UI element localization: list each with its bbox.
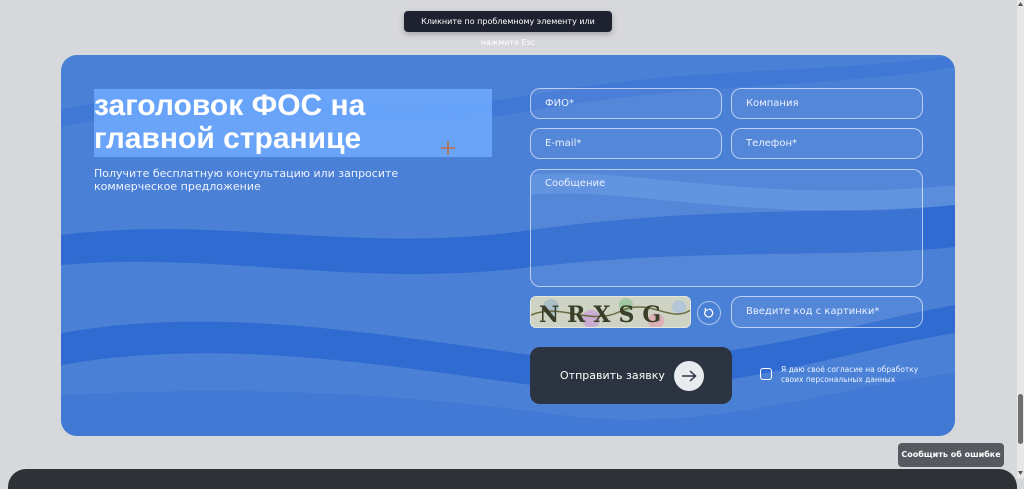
consent-checkbox[interactable] xyxy=(760,368,772,380)
scrollbar-thumb[interactable] xyxy=(1018,394,1023,444)
submit-label: Отправить заявку xyxy=(560,369,665,382)
form-title-line-1: заголовок ФОС на xyxy=(94,89,366,122)
captcha-text: NRXSG xyxy=(539,302,669,328)
tooltip: Кликните по проблемному элементу или наж… xyxy=(404,11,612,47)
captcha-input[interactable]: Введите код с картинки* xyxy=(731,296,923,328)
company-input[interactable]: Компания xyxy=(731,88,923,119)
feedback-form-card: заголовок ФОС на главной странице Получи… xyxy=(61,55,955,436)
captcha-image: NRXSG xyxy=(530,296,691,328)
arrow-right-icon xyxy=(674,361,704,391)
captcha-noise: NRXSG xyxy=(531,297,690,328)
form-title-line-2: главной странице xyxy=(94,122,362,155)
captcha-refresh-button[interactable] xyxy=(697,301,721,325)
message-textarea[interactable]: Сообщение xyxy=(530,169,923,287)
phone-input[interactable]: Телефон* xyxy=(731,128,923,159)
form-subtitle: Получите бесплатную консультацию или зап… xyxy=(94,167,399,193)
submit-button[interactable]: Отправить заявку xyxy=(530,347,732,404)
consent-label: Я даю своё согласие на обработку своих п… xyxy=(781,365,919,384)
fio-input[interactable]: ФИО* xyxy=(530,88,722,119)
email-input[interactable]: E-mail* xyxy=(530,128,722,159)
report-error-button[interactable]: Сообщить об ошибке xyxy=(898,443,1004,467)
refresh-icon xyxy=(704,307,714,318)
crosshair-cursor-icon xyxy=(441,141,455,155)
footer xyxy=(8,469,1017,489)
scroll-down-icon[interactable] xyxy=(1017,470,1024,476)
form-title: заголовок ФОС на главной странице xyxy=(94,89,492,157)
scroll-up-icon[interactable] xyxy=(1017,1,1024,7)
